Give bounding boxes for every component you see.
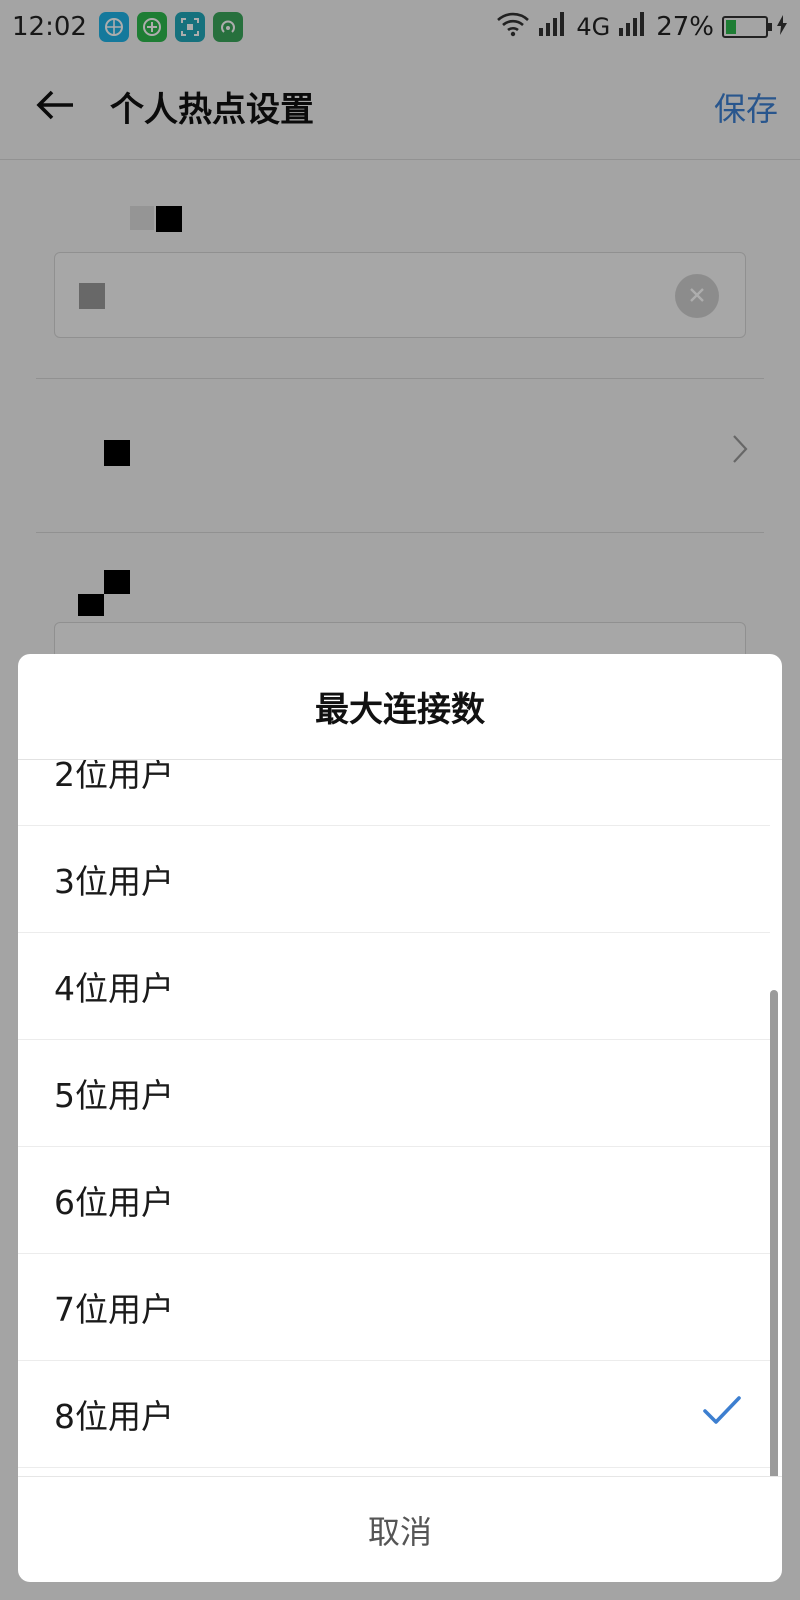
option-6-users[interactable]: 6位用户 xyxy=(18,1147,770,1254)
option-list[interactable]: 2位用户 3位用户 4位用户 5位用户 6位用户 7位用户 8位用户 xyxy=(18,760,782,1476)
option-3-users[interactable]: 3位用户 xyxy=(18,826,770,933)
checkmark-icon xyxy=(702,1395,742,1435)
dialog-title: 最大连接数 xyxy=(18,654,782,760)
option-label: 4位用户 xyxy=(54,969,174,1008)
option-label: 7位用户 xyxy=(54,1290,174,1329)
cancel-button[interactable]: 取消 xyxy=(18,1476,782,1582)
option-label: 6位用户 xyxy=(54,1183,174,1222)
scrollbar[interactable] xyxy=(770,990,778,1476)
option-7-users[interactable]: 7位用户 xyxy=(18,1254,770,1361)
max-connections-dialog: 最大连接数 2位用户 3位用户 4位用户 5位用户 6位用户 7位用户 8位用户 xyxy=(18,654,782,1582)
option-label: 3位用户 xyxy=(54,862,174,901)
option-5-users[interactable]: 5位用户 xyxy=(18,1040,770,1147)
option-label: 8位用户 xyxy=(54,1397,174,1436)
option-label: 2位用户 xyxy=(54,760,174,794)
option-label: 5位用户 xyxy=(54,1076,174,1115)
option-4-users[interactable]: 4位用户 xyxy=(18,933,770,1040)
option-2-users[interactable]: 2位用户 xyxy=(18,760,770,826)
hotspot-settings-screen: 12:02 4G 27% 个人热点设置 保存 最大连接数 2位用户 3位用户 4… xyxy=(0,0,800,1600)
option-8-users[interactable]: 8位用户 xyxy=(18,1361,770,1468)
